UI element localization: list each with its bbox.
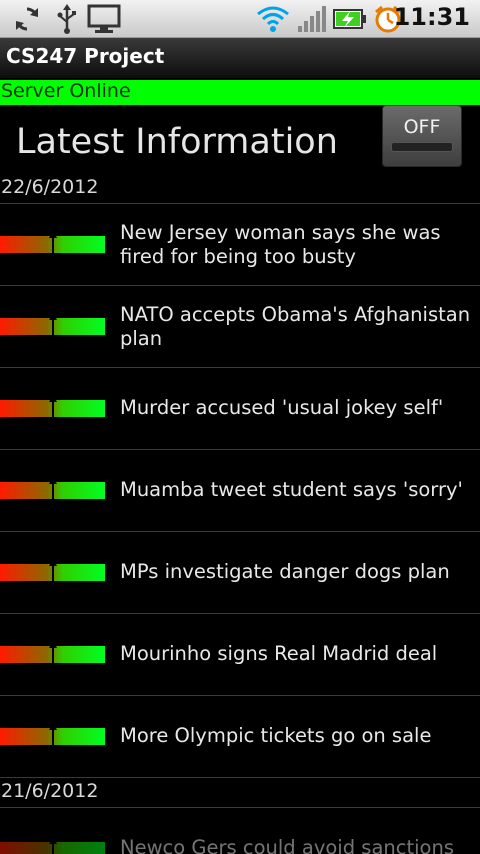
news-headline: New Jersey woman says she was fired for … xyxy=(120,221,441,268)
status-bar: 11:31 xyxy=(0,0,480,38)
news-headline: Mourinho signs Real Madrid deal xyxy=(120,642,438,665)
app-title-bar: CS247 Project xyxy=(0,38,480,78)
arrow-up-icon xyxy=(49,477,57,499)
sentiment-gauge xyxy=(0,723,105,745)
news-item[interactable]: Mourinho signs Real Madrid deal xyxy=(0,614,480,696)
sentiment-gauge xyxy=(0,395,105,417)
arrow-up-icon xyxy=(49,231,57,253)
arrow-up-icon xyxy=(49,641,57,663)
arrow-up-icon xyxy=(49,313,57,335)
news-item[interactable]: New Jersey woman says she was fired for … xyxy=(0,204,480,286)
off-toggle-button[interactable]: OFF xyxy=(382,105,462,167)
server-status-text: Server Online xyxy=(1,80,131,102)
date-label: 21/6/2012 xyxy=(1,780,99,802)
sentiment-gauge xyxy=(0,837,105,854)
news-headline: Newco Gers could avoid sanctions xyxy=(120,836,454,854)
monitor-icon xyxy=(87,4,121,33)
usb-icon xyxy=(57,4,76,34)
news-headline: Muamba tweet student says 'sorry' xyxy=(120,478,463,501)
arrow-up-icon xyxy=(49,559,57,581)
sync-icon xyxy=(16,7,38,31)
news-item[interactable]: MPs investigate danger dogs plan xyxy=(0,532,480,614)
news-headline: Murder accused 'usual jokey self' xyxy=(120,396,444,419)
news-headline: More Olympic tickets go on sale xyxy=(120,724,432,747)
news-item[interactable]: Muamba tweet student says 'sorry' xyxy=(0,450,480,532)
page-title: Latest Information xyxy=(16,122,338,162)
app-title: CS247 Project xyxy=(6,44,165,68)
toggle-label: OFF xyxy=(403,116,441,138)
arrow-up-icon xyxy=(49,837,57,854)
sentiment-gauge xyxy=(0,313,105,335)
news-item[interactable]: Newco Gers could avoid sanctions xyxy=(0,808,480,854)
signal-icon xyxy=(298,6,326,32)
news-headline: NATO accepts Obama's Afghanistan plan xyxy=(120,303,471,350)
date-header: 21/6/2012 xyxy=(0,780,480,808)
date-header: 22/6/2012 xyxy=(0,176,480,204)
battery-charging-icon xyxy=(333,9,366,29)
news-item[interactable]: Murder accused 'usual jokey self' xyxy=(0,368,480,450)
news-item[interactable]: More Olympic tickets go on sale xyxy=(0,696,480,778)
arrow-up-icon xyxy=(49,395,57,417)
sentiment-gauge xyxy=(0,231,105,253)
sentiment-gauge xyxy=(0,641,105,663)
server-status-banner: Server Online xyxy=(0,80,480,105)
status-clock: 11:31 xyxy=(393,3,470,31)
arrow-up-icon xyxy=(49,723,57,745)
news-headline: MPs investigate danger dogs plan xyxy=(120,560,450,583)
sentiment-gauge xyxy=(0,477,105,499)
wifi-icon xyxy=(257,6,289,32)
sentiment-gauge xyxy=(0,559,105,581)
news-item[interactable]: NATO accepts Obama's Afghanistan plan xyxy=(0,286,480,368)
toggle-indicator xyxy=(391,142,453,152)
date-label: 22/6/2012 xyxy=(1,176,99,198)
